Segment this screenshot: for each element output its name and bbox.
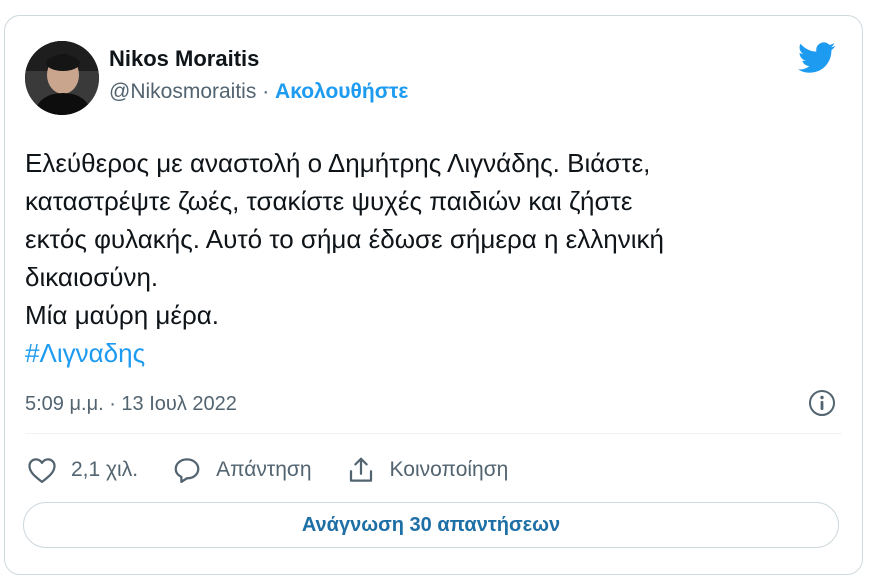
- separator: ·: [262, 80, 270, 103]
- author-name[interactable]: Nikos Moraitis: [109, 46, 259, 72]
- author-handle[interactable]: @Nikosmoraitis: [109, 80, 256, 103]
- tweet-line: εκτός φυλακής. Αυτό το σήμα έδωσε σήμερα…: [25, 224, 664, 254]
- tweet-card: Nikos Moraitis @Nikosmoraitis · Ακολουθή…: [4, 15, 863, 575]
- twitter-bird-icon[interactable]: [798, 42, 836, 74]
- like-count: 2,1 χιλ.: [71, 458, 139, 481]
- reply-label: Απάντηση: [216, 458, 312, 481]
- heart-icon: [28, 458, 56, 483]
- tweet-line: Ελεύθερος με αναστολή ο Δημήτρης Λιγνάδη…: [25, 148, 651, 178]
- divider: [25, 433, 842, 434]
- tweet-timestamp[interactable]: 5:09 μ.μ. · 13 Ιουλ 2022: [25, 393, 237, 416]
- tweet-line: Μία μαύρη μέρα.: [25, 300, 220, 330]
- share-label: Κοινοποίηση: [389, 458, 509, 481]
- tweet-line: δικαιοσύνη.: [25, 262, 159, 292]
- like-button[interactable]: 2,1 χιλ.: [27, 456, 138, 484]
- reply-button[interactable]: Απάντηση: [172, 456, 312, 484]
- author-meta: @Nikosmoraitis · Ακολουθήστε: [109, 80, 408, 104]
- avatar[interactable]: [25, 41, 99, 115]
- tweet-line: καταστρέψτε ζωές, τσακίστε ψυχές παιδιών…: [25, 186, 633, 216]
- share-upload-icon: [349, 457, 372, 482]
- action-bar: 2,1 χιλ. Απάντηση Κοινοποίηση: [27, 452, 542, 488]
- hashtag-link[interactable]: #Λιγναδης: [25, 338, 145, 368]
- read-replies-button[interactable]: Ανάγνωση 30 απαντήσεων: [23, 502, 839, 548]
- info-icon[interactable]: [808, 389, 836, 417]
- speech-bubble-icon: [174, 458, 200, 483]
- follow-button[interactable]: Ακολουθήστε: [275, 80, 408, 103]
- tweet-body: Ελεύθερος με αναστολή ο Δημήτρης Λιγνάδη…: [25, 144, 845, 372]
- share-button[interactable]: Κοινοποίηση: [346, 456, 509, 484]
